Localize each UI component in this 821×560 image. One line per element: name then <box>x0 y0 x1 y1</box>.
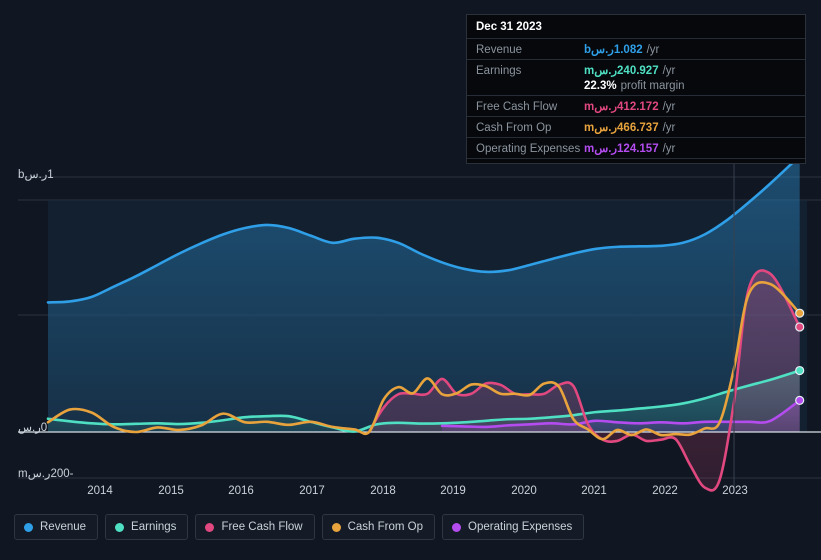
financial-chart: 1ر.سb 0ر.س -200ر.سm 2014 2015 2016 2017 2018 20… <box>0 0 821 560</box>
tooltip-rows: Revenue 1.082ر.سb/yr Earnings 240.927ر.سm/y… <box>467 38 805 158</box>
tooltip-metric-label: Free Cash Flow <box>476 101 558 113</box>
tooltip-date: Dec 31 2023 <box>476 21 542 33</box>
legend-color-dot-icon <box>452 522 462 532</box>
tooltip-metric-unit: /yr <box>646 44 660 56</box>
tooltip-row: Earnings 240.927ر.سm/yr <box>467 59 805 80</box>
tooltip-metric-label: Operating Expenses <box>476 143 581 155</box>
tooltip-row: Cash From Op 466.737ر.سm/yr <box>467 116 805 137</box>
tooltip-row: Operating Expenses 124.157ر.سm/yr <box>467 137 805 158</box>
tooltip-row: 22.3% profit margin <box>467 80 805 95</box>
tooltip-metric-unit: /yr <box>662 122 676 134</box>
x-axis-tick: 2023 <box>722 485 748 497</box>
tooltip-metric-value: 22.3% <box>584 80 617 92</box>
tooltip-metric-unit: /yr <box>662 143 676 155</box>
endpoint-operating-expenses[interactable] <box>795 395 805 405</box>
endpoint-cash-from-op[interactable] <box>795 308 805 318</box>
legend-item-revenue[interactable]: Revenue <box>14 514 99 540</box>
x-axis-tick: 2019 <box>440 485 466 497</box>
legend-color-dot-icon <box>115 522 125 532</box>
tooltip-metric-unit: /yr <box>662 101 676 113</box>
x-axis-tick: 2015 <box>158 485 184 497</box>
legend-item-label: Revenue <box>40 521 87 533</box>
tooltip-metric-label: Cash From Op <box>476 122 552 134</box>
tooltip-metric-value: 466.737ر.سm <box>584 122 659 134</box>
legend-item-free-cash-flow[interactable]: Free Cash Flow <box>195 514 315 540</box>
tooltip-metric-label: Revenue <box>476 44 523 56</box>
x-axis-tick: 2017 <box>299 485 325 497</box>
endpoint-free-cash-flow[interactable] <box>795 322 805 332</box>
tooltip-metric-value: 124.157ر.سm <box>584 143 659 155</box>
legend-item-label: Operating Expenses <box>468 521 573 533</box>
tooltip-metric-value: 1.082ر.سb <box>584 44 643 56</box>
legend-color-dot-icon <box>331 522 341 532</box>
y-axis-tick: -200ر.سm <box>18 468 74 480</box>
series-area-revenue <box>48 156 800 432</box>
x-axis-tick: 2018 <box>370 485 396 497</box>
x-axis-tick: 2020 <box>511 485 537 497</box>
tooltip-metric-unit: /yr <box>662 65 676 77</box>
legend-item-operating-expenses[interactable]: Operating Expenses <box>442 514 585 540</box>
y-axis-tick: 1ر.سb <box>18 169 54 181</box>
data-tooltip: Dec 31 2023 Revenue 1.082ر.سb/yr Earnings 2… <box>466 14 806 164</box>
tooltip-metric-unit: profit margin <box>620 80 685 92</box>
legend-color-dot-icon <box>24 522 33 532</box>
tooltip-metric-value: 240.927ر.سm <box>584 65 659 77</box>
tooltip-row: Revenue 1.082ر.سb/yr <box>467 38 805 59</box>
legend-item-cash-from-op[interactable]: Cash From Op <box>321 514 436 540</box>
chart-legend: Revenue Earnings Free Cash Flow Cash From O… <box>14 514 585 540</box>
tooltip-bottom-rule <box>467 158 805 163</box>
x-axis-tick: 2021 <box>581 485 607 497</box>
tooltip-metric-value: 412.172ر.سm <box>584 101 659 113</box>
x-axis-tick: 2022 <box>652 485 678 497</box>
x-axis-tick: 2016 <box>228 485 254 497</box>
legend-item-label: Free Cash Flow <box>221 521 303 533</box>
tooltip-row: Free Cash Flow 412.172ر.سm/yr <box>467 95 805 116</box>
y-axis-tick: 0ر.س <box>18 422 48 434</box>
legend-item-earnings[interactable]: Earnings <box>105 514 189 540</box>
legend-color-dot-icon <box>205 522 215 532</box>
endpoint-earnings[interactable] <box>795 365 805 376</box>
tooltip-metric-label: Earnings <box>476 65 522 77</box>
legend-item-label: Cash From Op <box>347 521 424 533</box>
x-axis-tick: 2014 <box>87 485 113 497</box>
legend-item-label: Earnings <box>131 521 177 533</box>
